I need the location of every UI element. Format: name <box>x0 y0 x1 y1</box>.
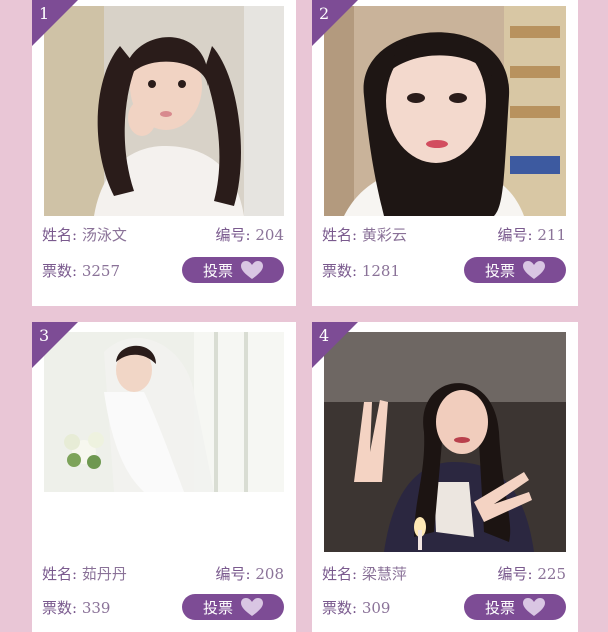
id-label: 编号: <box>497 225 533 244</box>
contestant-photo[interactable] <box>324 6 566 216</box>
rank-number: 2 <box>319 4 330 23</box>
vote-row: 票数: 339 投票 <box>42 594 284 620</box>
rank-badge: 2 <box>312 0 358 46</box>
contestant-name: 茹丹丹 <box>81 564 127 583</box>
heart-icon <box>241 260 263 279</box>
vote-count: 3257 <box>81 261 121 280</box>
contestant-name: 黄彩云 <box>361 225 407 244</box>
contestant-id: 204 <box>255 225 284 244</box>
info-row: 姓名: 茹丹丹 编号: 208 <box>42 560 284 586</box>
contestant-name: 梁慧萍 <box>361 564 407 583</box>
contestant-id: 225 <box>537 564 566 583</box>
name-label: 姓名: <box>42 564 78 583</box>
contestant-photo[interactable] <box>44 6 284 216</box>
name-label: 姓名: <box>322 225 358 244</box>
vote-button[interactable]: 投票 <box>464 257 566 283</box>
rank-badge: 1 <box>32 0 78 46</box>
id-label: 编号: <box>215 225 251 244</box>
votes-label: 票数: <box>42 261 78 280</box>
vote-button-label: 投票 <box>484 261 515 280</box>
contestant-card: 2 姓名: 黄彩云 编号: 211 票数: 1281 投票 <box>312 0 578 306</box>
heart-icon <box>523 260 545 279</box>
info-row: 姓名: 汤泳文 编号: 204 <box>42 221 284 247</box>
contestant-photo[interactable] <box>324 332 566 552</box>
votes-label: 票数: <box>322 598 358 617</box>
name-label: 姓名: <box>42 225 78 244</box>
id-label: 编号: <box>497 564 533 583</box>
vote-count: 339 <box>81 598 111 617</box>
rank-number: 4 <box>319 326 330 345</box>
vote-count: 309 <box>361 598 391 617</box>
contestant-card: 1 姓名: 汤泳文 编号: 204 票数: 3257 投票 <box>32 0 296 306</box>
rank-badge: 3 <box>32 322 78 368</box>
vote-row: 票数: 309 投票 <box>322 594 566 620</box>
vote-row: 票数: 3257 投票 <box>42 257 284 283</box>
votes-label: 票数: <box>42 598 78 617</box>
rank-number: 1 <box>39 4 50 23</box>
contestant-id: 211 <box>537 225 566 244</box>
votes-label: 票数: <box>322 261 358 280</box>
heart-icon <box>523 597 545 616</box>
contestant-name: 汤泳文 <box>81 225 127 244</box>
vote-button[interactable]: 投票 <box>464 594 566 620</box>
vote-count: 1281 <box>361 261 401 280</box>
contestant-photo[interactable] <box>44 332 284 492</box>
rank-number: 3 <box>39 326 50 345</box>
name-label: 姓名: <box>322 564 358 583</box>
vote-button-label: 投票 <box>202 261 233 280</box>
id-label: 编号: <box>215 564 251 583</box>
vote-row: 票数: 1281 投票 <box>322 257 566 283</box>
info-row: 姓名: 黄彩云 编号: 211 <box>322 221 566 247</box>
info-row: 姓名: 梁慧萍 编号: 225 <box>322 560 566 586</box>
contestant-card: 4 姓名: 梁慧萍 编号: 225 票数: 309 投票 <box>312 322 578 632</box>
contestant-id: 208 <box>255 564 284 583</box>
vote-button-label: 投票 <box>202 598 233 617</box>
vote-button-label: 投票 <box>484 598 515 617</box>
rank-badge: 4 <box>312 322 358 368</box>
vote-button[interactable]: 投票 <box>182 257 284 283</box>
contestant-card: 3 姓名: 茹丹丹 编号: 208 票数: 339 投票 <box>32 322 296 632</box>
heart-icon <box>241 597 263 616</box>
vote-button[interactable]: 投票 <box>182 594 284 620</box>
